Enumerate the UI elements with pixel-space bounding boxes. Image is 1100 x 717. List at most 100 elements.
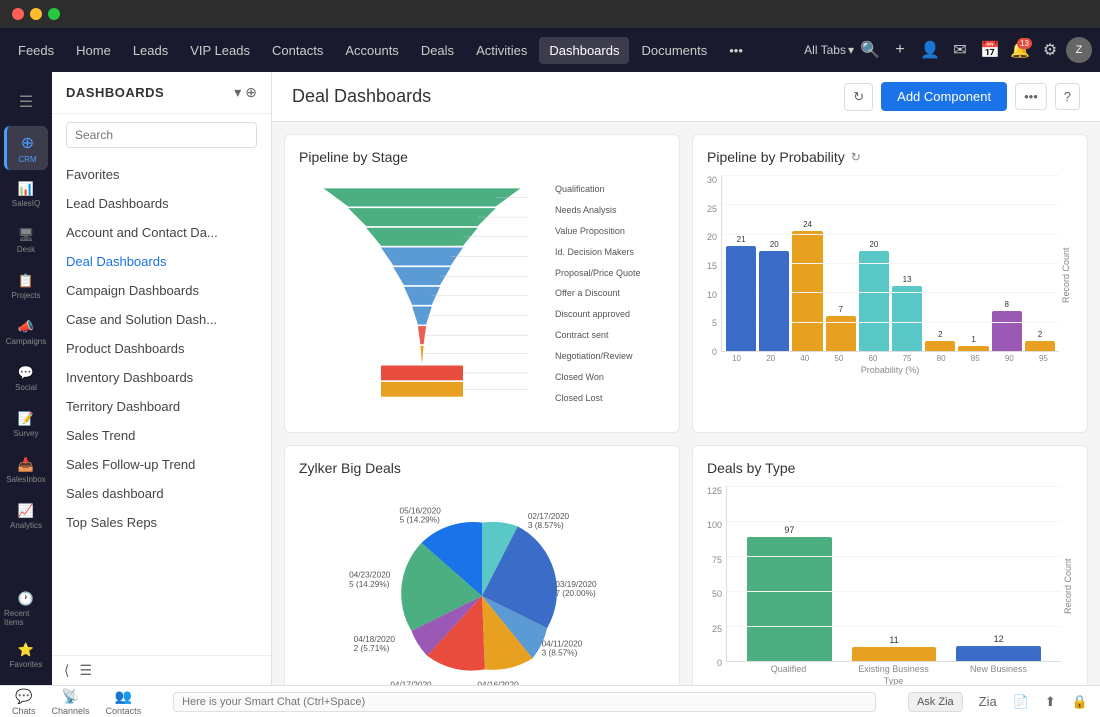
calendar-icon[interactable]: 📅 [976,36,1004,64]
sidebar-item-favorites[interactable]: Favorites [52,160,271,189]
nav-leads[interactable]: Leads [123,37,178,64]
add-dashboard-icon[interactable]: ⊕ [245,84,257,101]
bottom-icon-3[interactable]: ⬆ [1045,694,1056,710]
refresh-button[interactable]: ↻ [844,83,873,111]
dashboard-search-input[interactable] [66,122,257,148]
chats-tab[interactable]: 💬 Chats [12,688,36,716]
chat-icon: 💬 [15,688,32,705]
nav-feeds[interactable]: Feeds [8,37,64,64]
channels-tab[interactable]: 📡 Channels [52,688,90,716]
dashboard-sidebar: DASHBOARDS ▾ ⊕ Favorites Lead Dashboards… [52,72,272,685]
svg-text:04/16/2020: 04/16/2020 [477,681,519,685]
main-content: Deal Dashboards ↻ Add Component ••• ? Pi… [272,72,1100,685]
more-options-button[interactable]: ••• [1015,83,1047,110]
sidebar-item-favorites[interactable]: ⭐ Favorites [4,633,48,677]
settings-icon[interactable]: ⚙ [1036,36,1064,64]
pipeline-stage-card: Pipeline by Stage [284,134,680,433]
nav-documents[interactable]: Documents [631,37,717,64]
sidebar-item-inventory[interactable]: Inventory Dashboards [52,363,271,392]
sidebar-item-analytics[interactable]: 📈 Analytics [4,494,48,538]
sidebar-item-salesiq[interactable]: 📊 SalesIQ [4,172,48,216]
search-icon[interactable]: 🔍 [856,36,884,64]
smart-chat-container [173,692,876,712]
maximize-button[interactable] [48,8,60,20]
sidebar-item-sales-followup[interactable]: Sales Follow-up Trend [52,450,271,479]
dashboard-sidebar-header: DASHBOARDS ▾ ⊕ [52,72,271,114]
notification-badge: 13 [1017,38,1032,49]
bottom-icon-2[interactable]: 📄 [1013,694,1029,710]
deals-type-chart: 1251007550250 [707,486,1073,685]
add-component-button[interactable]: Add Component [881,82,1007,111]
dashboard-list: Favorites Lead Dashboards Account and Co… [52,156,271,655]
sidebar-menu-icon[interactable]: ☰ [4,80,48,124]
sidebar-list-icon[interactable]: ☰ [79,662,92,679]
svg-text:7 (20.00%): 7 (20.00%) [555,589,596,598]
sidebar-item-recent[interactable]: 🕐 Recent Items [4,587,48,631]
sidebar-item-desk[interactable]: 🖥 Desk [4,218,48,262]
pipeline-probability-title: Pipeline by Probability ↻ [707,149,1073,165]
dashboards-title: DASHBOARDS [66,85,164,100]
funnel-label: Contract sent [555,330,665,340]
sidebar-item-survey[interactable]: 📝 Survey [4,402,48,446]
ask-zia-button[interactable]: Ask Zia [908,692,963,712]
nav-home[interactable]: Home [66,37,121,64]
sidebar-item-territory[interactable]: Territory Dashboard [52,392,271,421]
nav-deals[interactable]: Deals [411,37,464,64]
contacts-tab[interactable]: 👥 Contacts [106,688,142,716]
sidebar-item-sales-dashboard[interactable]: Sales dashboard [52,479,271,508]
sidebar-collapse-icon[interactable]: ⟨ [64,662,69,679]
deals-by-type-card: Deals by Type 1251007550250 [692,445,1088,685]
mail-icon[interactable]: ✉ [946,36,974,64]
sidebar-item-campaigns[interactable]: 📣 Campaigns [4,310,48,354]
sidebar-item-case-solution[interactable]: Case and Solution Dash... [52,305,271,334]
funnel-label: Id. Decision Makers [555,247,665,257]
funnel-label: Value Proposition [555,226,665,236]
header-actions: ↻ Add Component ••• ? [844,82,1080,111]
nav-vipleads[interactable]: VIP Leads [180,37,260,64]
sidebar-item-product[interactable]: Product Dashboards [52,334,271,363]
profile-icon[interactable]: 👤 [916,36,944,64]
sidebar-item-campaign[interactable]: Campaign Dashboards [52,276,271,305]
sidebar-item-top-sales-reps[interactable]: Top Sales Reps [52,508,271,537]
nav-activities[interactable]: Activities [466,37,537,64]
sidebar-item-projects[interactable]: 📋 Projects [4,264,48,308]
help-button[interactable]: ? [1055,83,1080,110]
nav-more[interactable]: ••• [719,37,753,64]
refresh-icon[interactable]: ↻ [851,150,861,164]
sidebar-item-salesinbox[interactable]: 📥 SalesInbox [4,448,48,492]
zylker-title: Zylker Big Deals [299,460,665,476]
sidebar-item-lead-dashboards[interactable]: Lead Dashboards [52,189,271,218]
sidebar-item-social[interactable]: 💬 Social [4,356,48,400]
nav-accounts[interactable]: Accounts [335,37,408,64]
funnel-label: Discount approved [555,309,665,319]
sidebar-item-crm[interactable]: ⊕ CRM [4,126,48,170]
bottom-icon-4[interactable]: 🔒 [1072,694,1088,710]
bottom-icon-1[interactable]: Zia [979,694,997,709]
svg-text:04/11/2020: 04/11/2020 [542,639,583,648]
deals-by-type-title: Deals by Type [707,460,1073,476]
y-axis-title: Record Count [1061,175,1071,375]
nav-contacts[interactable]: Contacts [262,37,333,64]
sidebar-item-account-contact[interactable]: Account and Contact Da... [52,218,271,247]
pipeline-stage-title: Pipeline by Stage [299,149,665,165]
svg-text:04/23/2020: 04/23/2020 [349,571,391,580]
funnel-label: Qualification [555,184,665,194]
expand-icon[interactable]: ▾ [234,84,241,101]
funnel-label: Closed Lost [555,393,665,403]
charts-grid: Pipeline by Stage [272,122,1100,685]
sidebar-item-sales-trend[interactable]: Sales Trend [52,421,271,450]
funnel-label: Needs Analysis [555,205,665,215]
minimize-button[interactable] [30,8,42,20]
notifications-icon[interactable]: 🔔 13 [1006,36,1034,64]
smart-chat-input[interactable] [173,692,876,712]
svg-text:5 (14.29%): 5 (14.29%) [349,580,390,589]
close-button[interactable] [12,8,24,20]
svg-text:5 (14.29%): 5 (14.29%) [400,516,441,525]
funnel-chart [299,175,545,418]
avatar[interactable]: Z [1066,37,1092,63]
page-title: Deal Dashboards [292,86,844,107]
sidebar-item-deal-dashboards[interactable]: Deal Dashboards [52,247,271,276]
nav-dashboards[interactable]: Dashboards [539,37,629,64]
add-icon[interactable]: + [886,36,914,64]
all-tabs-dropdown[interactable]: All Tabs ▾ [804,43,854,57]
